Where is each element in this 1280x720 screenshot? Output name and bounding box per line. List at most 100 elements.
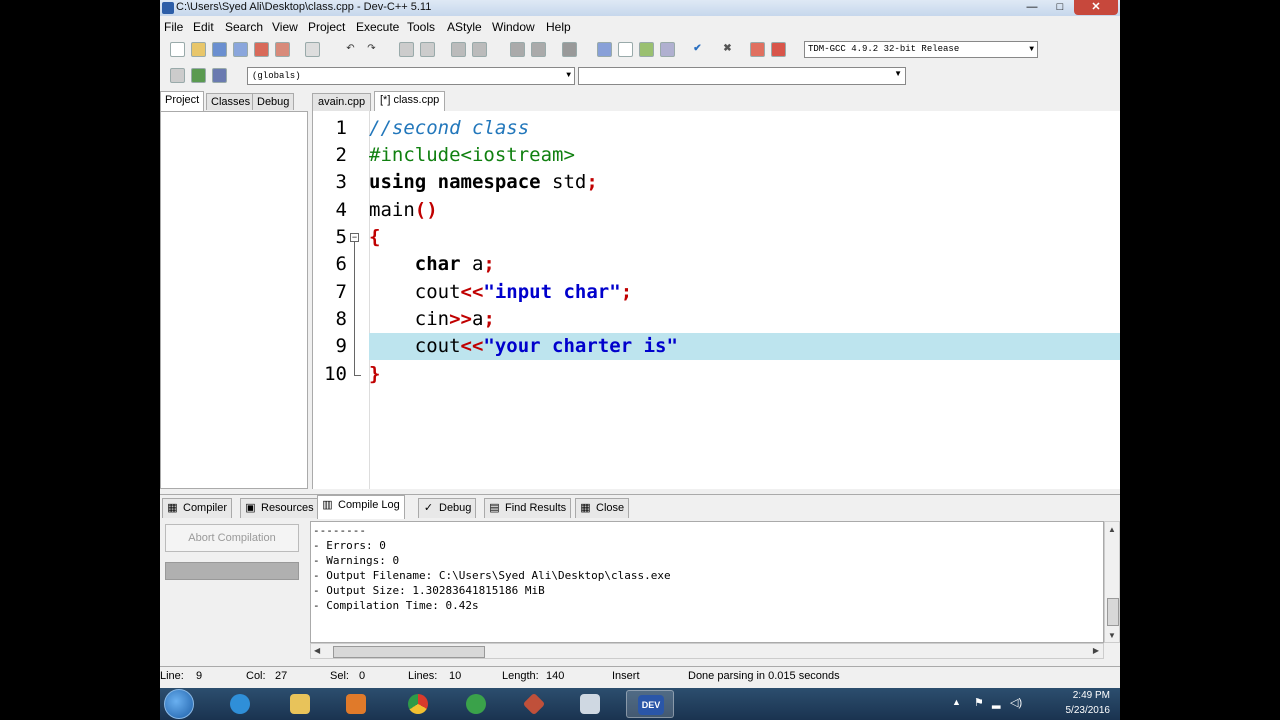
status-length-label: Length: (502, 670, 539, 682)
show-hidden-icons-icon[interactable]: ▲ (952, 697, 961, 707)
line-number: 2 (335, 144, 347, 166)
close-button[interactable]: ✕ (1074, 0, 1118, 15)
replace-icon[interactable] (420, 42, 435, 57)
goto-line-icon[interactable] (451, 42, 466, 57)
symbol-token: ; (483, 253, 495, 275)
clock-date[interactable]: 5/23/2016 (1066, 705, 1111, 716)
project-browser[interactable] (160, 111, 308, 489)
taskbar-chrome[interactable] (394, 690, 442, 718)
log-horizontal-scrollbar[interactable]: ◀ ▶ (310, 643, 1104, 659)
rebuild-all-icon[interactable] (660, 42, 675, 57)
undo-icon[interactable]: ↶ (343, 42, 358, 57)
member-select[interactable]: ▼ (578, 67, 906, 85)
menu-search[interactable]: Search (225, 20, 263, 34)
code-line-4: main() (369, 197, 1120, 224)
menu-execute[interactable]: Execute (356, 20, 399, 34)
tab-debug-output[interactable]: ✓ Debug (418, 498, 477, 518)
scroll-down-icon[interactable]: ▼ (1108, 631, 1116, 640)
chevron-down-icon: ▼ (894, 69, 902, 78)
bookmark-icon[interactable] (212, 68, 227, 83)
abort-compilation-button[interactable]: Abort Compilation (165, 524, 299, 552)
run-icon[interactable] (618, 42, 633, 57)
menu-bar: File Edit Search View Project Execute To… (160, 18, 1120, 36)
compile-icon[interactable] (597, 42, 612, 57)
menu-tools[interactable]: Tools (407, 20, 435, 34)
stop-execution-icon[interactable]: ✖ (720, 42, 735, 57)
network-signal-icon[interactable]: ▂ (992, 696, 1000, 709)
scroll-up-icon[interactable]: ▲ (1108, 525, 1116, 534)
start-button[interactable] (164, 689, 194, 719)
keyword-token: char (414, 253, 461, 275)
fold-toggle-icon[interactable]: − (350, 233, 359, 242)
toggle-bookmark-icon[interactable] (472, 42, 487, 57)
comment-token: //second class (369, 117, 530, 139)
compiler-select[interactable]: TDM-GCC 4.9.2 32-bit Release ▼ (804, 41, 1038, 58)
redo-icon[interactable]: ↷ (364, 42, 379, 57)
tab-label: Debug (439, 502, 472, 514)
menu-edit[interactable]: Edit (193, 20, 214, 34)
line-number: 9 (335, 335, 347, 357)
new-file-icon[interactable] (170, 42, 185, 57)
log-vertical-scrollbar[interactable]: ▲ ▼ (1104, 521, 1120, 643)
tab-classes[interactable]: Classes (206, 93, 256, 110)
menu-window[interactable]: Window (492, 20, 535, 34)
tab-debug[interactable]: Debug (252, 93, 295, 110)
close-file-icon[interactable] (254, 42, 269, 57)
profile-icon[interactable] (750, 42, 765, 57)
symbol-token: ; (483, 308, 495, 330)
close-all-icon[interactable] (275, 42, 290, 57)
tab-compiler[interactable]: ▦ Compiler (162, 498, 233, 518)
code-editor[interactable]: 1 2 3 4 5 6 7 8 9 10 − //second class #i… (312, 111, 1120, 489)
scroll-left-icon[interactable]: ◀ (314, 646, 320, 655)
save-all-icon[interactable] (233, 42, 248, 57)
taskbar-app[interactable] (510, 690, 558, 718)
print-icon[interactable] (305, 42, 320, 57)
scroll-right-icon[interactable]: ▶ (1093, 646, 1099, 655)
taskbar-window[interactable] (566, 690, 614, 718)
scroll-thumb[interactable] (1107, 598, 1119, 626)
clock-time[interactable]: 2:49 PM (1073, 690, 1110, 701)
menu-view[interactable]: View (272, 20, 298, 34)
save-icon[interactable] (212, 42, 227, 57)
tab-compile-log[interactable]: ▥ Compile Log (317, 495, 405, 519)
menu-astyle[interactable]: AStyle (447, 20, 482, 34)
taskbar-media[interactable] (332, 690, 380, 718)
action-center-flag-icon[interactable]: ⚑ (974, 696, 984, 709)
tab-resources[interactable]: ▣ Resources (240, 498, 319, 518)
taskbar-ie[interactable] (216, 690, 264, 718)
taskbar-explorer[interactable] (276, 690, 324, 718)
devcpp-window: C:\Users\Syed Ali\Desktop\class.cpp - De… (160, 0, 1120, 688)
taskbar-devcpp[interactable]: DEV (626, 690, 674, 718)
tab-find-results[interactable]: ▤ Find Results (484, 498, 572, 518)
windows-taskbar: DEV ▲ ⚑ ▂ ◁) 2:49 PM 5/23/2016 (160, 688, 1120, 720)
unindent-icon[interactable] (531, 42, 546, 57)
tab-avain-cpp[interactable]: avain.cpp (312, 93, 372, 111)
scroll-thumb[interactable] (333, 646, 485, 658)
code-line-2: #include<iostream> (369, 142, 1120, 169)
editor-tabs: avain.cpp [*] class.cpp (312, 91, 1120, 111)
menu-file[interactable]: File (164, 20, 183, 34)
project-new-icon[interactable] (562, 42, 577, 57)
minimize-button[interactable]: — (1018, 0, 1046, 15)
keyword-token: using (369, 171, 427, 193)
open-folder-icon[interactable] (191, 42, 206, 57)
volume-icon[interactable]: ◁) (1010, 696, 1022, 709)
menu-help[interactable]: Help (546, 20, 571, 34)
indent-icon[interactable] (510, 42, 525, 57)
scope-select[interactable]: (globals) ▼ (247, 67, 575, 85)
taskbar-utorrent[interactable] (452, 690, 500, 718)
symbol-token: << (460, 335, 484, 357)
tab-project[interactable]: Project (160, 91, 205, 111)
menu-project[interactable]: Project (308, 20, 345, 34)
insert-icon[interactable] (170, 68, 185, 83)
identifier-token: cout (414, 281, 461, 303)
toggle-goto-icon[interactable] (191, 68, 206, 83)
find-icon[interactable] (399, 42, 414, 57)
tab-close-output[interactable]: ▦ Close (575, 498, 630, 518)
compile-log-output[interactable]: -------- - Errors: 0 - Warnings: 0 - Out… (310, 521, 1104, 643)
tab-class-cpp[interactable]: [*] class.cpp (374, 91, 446, 111)
debug-icon[interactable] (771, 42, 786, 57)
compile-run-icon[interactable] (639, 42, 654, 57)
maximize-button[interactable]: □ (1046, 0, 1074, 15)
syntax-check-icon[interactable]: ✔ (690, 42, 705, 57)
